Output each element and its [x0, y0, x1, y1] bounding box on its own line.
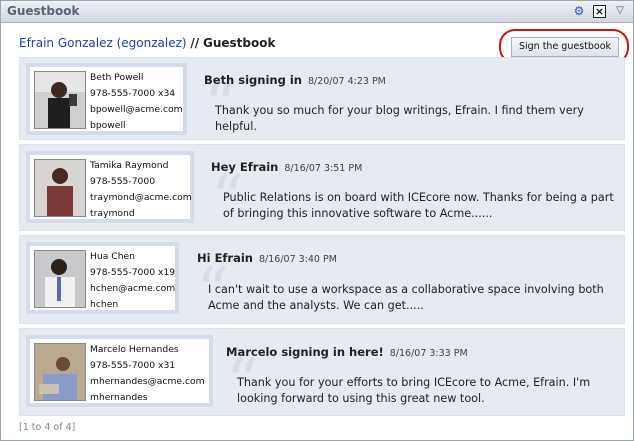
- sign-guestbook-button[interactable]: Sign the guestbook: [511, 37, 619, 57]
- breadcrumb: Efrain Gonzalez (egonzalez) // Guestbook: [19, 36, 275, 50]
- author-username: hchen: [90, 299, 119, 310]
- author-email[interactable]: mhernandes@acme.com: [90, 374, 205, 390]
- chevron-down-icon[interactable]: ▽: [613, 4, 627, 18]
- author-card: Tamika Raymond 978-555-7000 traymond@acm…: [26, 151, 194, 223]
- author-photo: [34, 250, 86, 308]
- guestbook-portlet: Guestbook ⚙ × ▽ Efrain Gonzalez (egonzal…: [0, 0, 634, 441]
- post-title: Beth signing in 8/20/07 4:23 PM: [204, 73, 386, 87]
- post-date: 8/16/07 3:33 PM: [389, 348, 468, 359]
- breadcrumb-separator: //: [190, 36, 200, 50]
- post-title: Hi Efrain 8/16/07 3:40 PM: [197, 251, 337, 265]
- author-username: traymond: [90, 208, 135, 219]
- guestbook-entry: Hua Chen 978-555-7000 x19 hchen@acme.com…: [19, 235, 625, 324]
- post-title-text: Beth signing in: [204, 73, 302, 87]
- post-message: I can't wait to use a workspace as a col…: [208, 283, 604, 312]
- author-phone: 978-555-7000 x31: [90, 360, 176, 371]
- author-name: Beth Powell: [90, 72, 144, 83]
- author-username: mhernandes: [90, 392, 148, 403]
- author-name: Marcelo Hernandes: [90, 344, 179, 355]
- gear-icon[interactable]: ⚙: [572, 4, 586, 18]
- author-photo: [34, 71, 86, 129]
- author-phone: 978-555-7000 x34: [90, 88, 176, 99]
- post-message: Public Relations is on board with ICEcor…: [223, 191, 614, 220]
- guestbook-entry: Marcelo Hernandes 978-555-7000 x31 mhern…: [19, 328, 625, 416]
- author-username: bpowell: [90, 120, 126, 131]
- post-title-text: Hey Efrain: [211, 160, 279, 174]
- close-icon[interactable]: ×: [593, 5, 606, 18]
- author-photo: [34, 343, 86, 401]
- author-card: Beth Powell 978-555-7000 x34 bpowell@acm…: [26, 63, 187, 135]
- breadcrumb-user-link[interactable]: Efrain Gonzalez (egonzalez): [19, 36, 187, 50]
- post-title: Hey Efrain 8/16/07 3:51 PM: [211, 160, 362, 174]
- author-info: Tamika Raymond 978-555-7000 traymond@acm…: [90, 158, 192, 222]
- author-email[interactable]: traymond@acme.com: [90, 190, 192, 206]
- author-name: Hua Chen: [90, 251, 135, 262]
- author-phone: 978-555-7000 x19: [90, 267, 176, 278]
- author-info: Hua Chen 978-555-7000 x19 hchen@acme.com…: [90, 249, 175, 313]
- post-date: 8/20/07 4:23 PM: [307, 76, 386, 87]
- post-date: 8/16/07 3:40 PM: [259, 254, 337, 265]
- author-photo: [34, 159, 86, 217]
- author-name: Tamika Raymond: [90, 160, 169, 171]
- portlet-title: Guestbook: [7, 4, 80, 18]
- author-info: Beth Powell 978-555-7000 x34 bpowell@acm…: [90, 70, 183, 134]
- breadcrumb-page: Guestbook: [202, 36, 276, 50]
- post-message: Thank you for your efforts to bring ICEc…: [237, 376, 591, 405]
- post-message: Thank you so much for your blog writings…: [215, 104, 584, 133]
- post-title-text: Marcelo signing in here!: [226, 345, 384, 359]
- pagination-status: [1 to 4 of 4]: [19, 422, 76, 433]
- post-title: Marcelo signing in here! 8/16/07 3:33 PM: [226, 345, 468, 359]
- guestbook-entry: Beth Powell 978-555-7000 x34 bpowell@acm…: [19, 57, 625, 140]
- author-phone: 978-555-7000: [90, 176, 156, 187]
- author-email[interactable]: bpowell@acme.com: [90, 102, 183, 118]
- author-card: Hua Chen 978-555-7000 x19 hchen@acme.com…: [26, 242, 179, 314]
- author-card: Marcelo Hernandes 978-555-7000 x31 mhern…: [26, 335, 213, 407]
- portlet-titlebar: Guestbook ⚙ × ▽: [1, 1, 633, 23]
- post-title-text: Hi Efrain: [197, 251, 253, 265]
- guestbook-entry: Tamika Raymond 978-555-7000 traymond@acm…: [19, 144, 625, 231]
- author-info: Marcelo Hernandes 978-555-7000 x31 mhern…: [90, 342, 205, 406]
- post-date: 8/16/07 3:51 PM: [284, 163, 363, 174]
- author-email[interactable]: hchen@acme.com: [90, 281, 175, 297]
